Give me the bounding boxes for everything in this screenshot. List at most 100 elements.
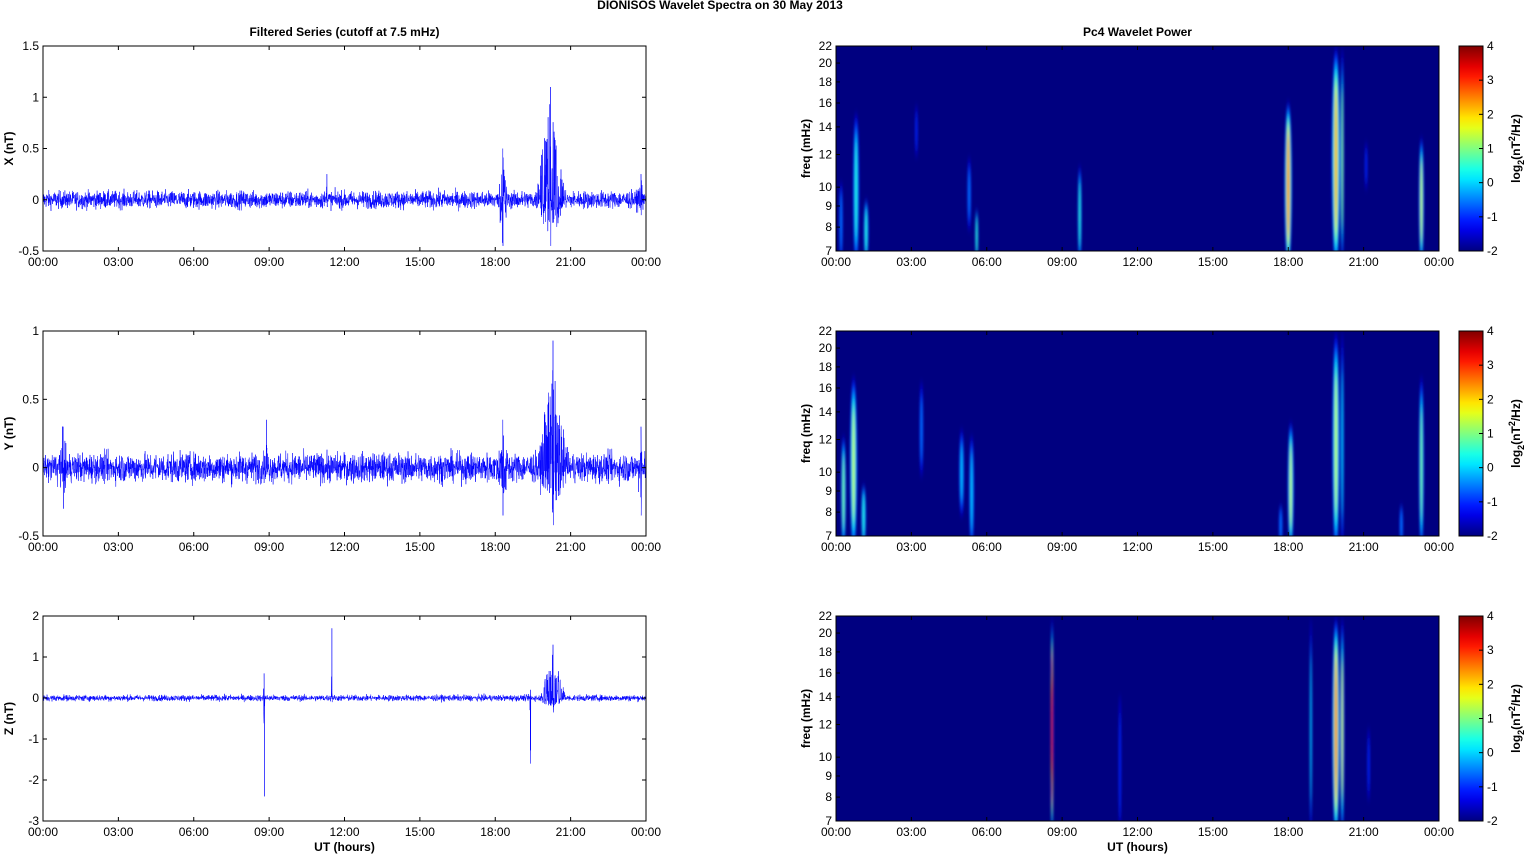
plot-area: [43, 46, 646, 251]
x-tick-label: 09:00: [254, 255, 284, 269]
y-tick-label: 10: [819, 180, 833, 194]
colorbar-tick-label: -2: [1487, 529, 1498, 543]
colorbar: -2 -1 0 1 2 3 4 log2(nT2/Hz): [1458, 609, 1525, 828]
y-tick-label: 9: [825, 484, 832, 498]
power-event: [1341, 90, 1344, 227]
colorbar-tick-label: 0: [1487, 746, 1494, 760]
x-tick-label: 21:00: [1349, 825, 1379, 839]
power-event: [1335, 93, 1337, 224]
x-tick-label: 00:00: [821, 540, 851, 554]
y-tick-label: 0.5: [22, 142, 39, 156]
power-event: [920, 397, 923, 462]
y-tick-label: -1: [28, 732, 39, 746]
x-tick-label: 06:00: [179, 540, 209, 554]
x-tick-label: 18:00: [480, 255, 510, 269]
colorbar-tick-label: -1: [1487, 210, 1498, 224]
x-tick-label: 12:00: [329, 540, 359, 554]
x-tick-label: 06:00: [972, 255, 1002, 269]
colorbar-label: log2(nT2/Hz): [1507, 114, 1525, 183]
colorbar-tick-label: 3: [1487, 73, 1494, 87]
x-tick-label: 21:00: [1349, 540, 1379, 554]
colorbar-tick-label: 1: [1487, 427, 1494, 441]
colorbar: -2 -1 0 1 2 3 4 log2(nT2/Hz): [1458, 39, 1525, 258]
power-event: [840, 192, 842, 251]
x-tick-label: 18:00: [480, 825, 510, 839]
y-tick-label: 0: [32, 691, 39, 705]
x-tick-label: 12:00: [1122, 825, 1152, 839]
y-tick-label: 20: [819, 56, 833, 70]
x-tick-label: 03:00: [896, 825, 926, 839]
power-event: [1365, 148, 1367, 184]
x-tick-label: 03:00: [103, 540, 133, 554]
x-tick-label: 00:00: [1424, 825, 1454, 839]
x-tick-label: 15:00: [405, 825, 435, 839]
figure-canvas: DIONISOS Wavelet Spectra on 30 May 2013 …: [2, 0, 1525, 854]
y-tick-label: 14: [819, 690, 833, 704]
y-tick-label: 14: [819, 120, 833, 134]
x-tick-label: 09:00: [1047, 540, 1077, 554]
x-tick-label: 15:00: [405, 540, 435, 554]
x-tick-label: 09:00: [1047, 825, 1077, 839]
x-tick-label: 12:00: [329, 255, 359, 269]
y-tick-label: 9: [825, 769, 832, 783]
y-tick-label: 1: [32, 650, 39, 664]
y-tick-label: 1: [32, 90, 39, 104]
y-axis-label: X (nT): [2, 132, 16, 166]
y-axis-label: freq (mHz): [799, 119, 813, 178]
x-tick-label: 00:00: [1424, 540, 1454, 554]
power-event: [1051, 664, 1053, 793]
power-event: [842, 456, 845, 529]
colorbar-tick-label: -2: [1487, 814, 1498, 828]
x-tick-label: 06:00: [972, 540, 1002, 554]
power-event: [975, 216, 978, 251]
colorbar-label: log2(nT2/Hz): [1507, 684, 1525, 753]
power-event: [1078, 182, 1081, 247]
x-tick-label: 00:00: [28, 825, 58, 839]
power-event: [862, 494, 865, 536]
figure: DIONISOS Wavelet Spectra on 30 May 2013 …: [0, 0, 1525, 854]
x-tick-label: 12:00: [1122, 540, 1152, 554]
power-event: [968, 170, 970, 219]
y-tick-label: 10: [819, 465, 833, 479]
y-tick-label: 0: [32, 193, 39, 207]
heatmap-background: [836, 616, 1439, 821]
y-tick-label: 18: [819, 645, 833, 659]
x-tick-label: 15:00: [405, 255, 435, 269]
x-tick-label: 21:00: [556, 255, 586, 269]
y-tick-label: 0: [32, 461, 39, 475]
colorbar-tick-label: 2: [1487, 677, 1494, 691]
power-event: [1289, 446, 1292, 526]
x-tick-label: 18:00: [1273, 255, 1303, 269]
y-tick-label: 22: [819, 39, 833, 53]
x-axis-label: UT (hours): [1107, 840, 1168, 854]
x-tick-label: 15:00: [1198, 255, 1228, 269]
x-tick-label: 06:00: [179, 825, 209, 839]
wavelet-panel-1: 78910121416182022freq (mHz)Pc4 Wavelet P…: [799, 25, 1525, 258]
timeseries-panel-y: -0.500.51Y (nT): [2, 324, 647, 543]
x-tick-label: 06:00: [972, 825, 1002, 839]
colorbar-tick-label: 1: [1487, 712, 1494, 726]
y-tick-label: 22: [819, 609, 833, 623]
y-tick-label: 16: [819, 381, 833, 395]
colorbar-tick-label: 4: [1487, 39, 1494, 53]
y-tick-label: 12: [819, 148, 833, 162]
x-tick-label: 03:00: [896, 540, 926, 554]
x-tick-label: 00:00: [631, 825, 661, 839]
power-event: [1335, 377, 1337, 511]
y-tick-label: 1.5: [22, 39, 39, 53]
y-tick-label: 12: [819, 433, 833, 447]
plot-area: [43, 616, 646, 821]
wavelet-panel-3: 78910121416182022freq (mHz)-2-101234log2…: [799, 609, 1525, 828]
x-axis-label: UT (hours): [314, 840, 375, 854]
x-tick-label: 00:00: [631, 540, 661, 554]
y-tick-label: 8: [825, 790, 832, 804]
power-event: [865, 209, 867, 251]
x-tick-label: 03:00: [896, 255, 926, 269]
colorbar-tick-label: 4: [1487, 324, 1494, 338]
y-tick-label: -2: [28, 773, 39, 787]
heatmap-background: [836, 331, 1439, 536]
x-tick-label: 06:00: [179, 255, 209, 269]
panel-title: Filtered Series (cutoff at 7.5 mHz): [249, 25, 439, 39]
x-tick-label: 09:00: [254, 825, 284, 839]
x-tick-label: 00:00: [631, 255, 661, 269]
